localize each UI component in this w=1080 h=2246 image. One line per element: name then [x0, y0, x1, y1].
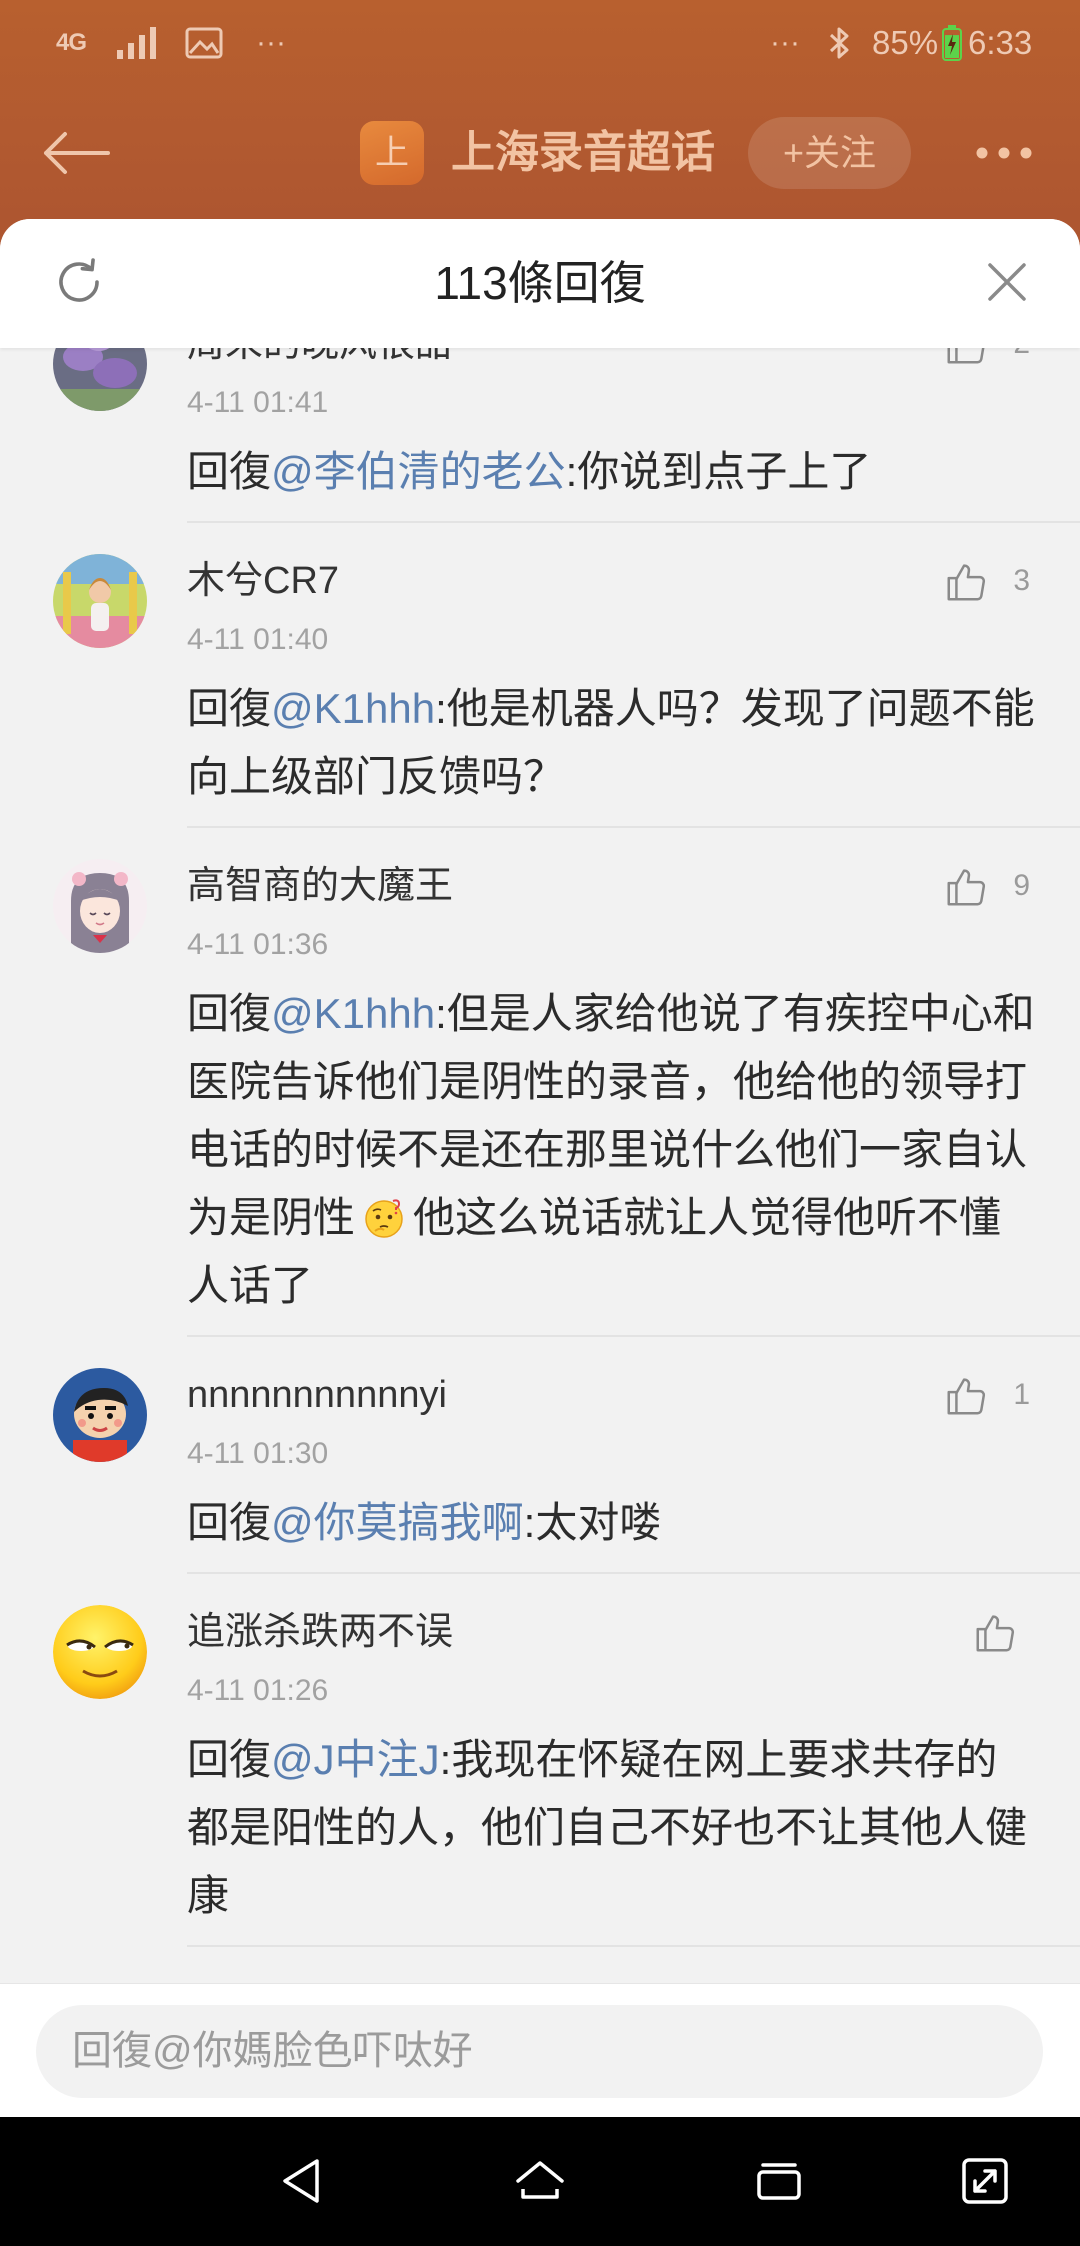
reply-text: 回復@J中注J:我现在怀疑在网上要求共存的都是阳性的人，他们自己不好也不让其他人…: [187, 1726, 1037, 1930]
like-button[interactable]: 9: [943, 863, 1030, 909]
reply-prefix: 回復: [187, 990, 272, 1037]
commenter-name[interactable]: 高智商的大魔王: [187, 862, 887, 910]
commenter-name[interactable]: 木兮CR7: [187, 557, 887, 605]
commenter-name[interactable]: 追涨杀跌两不误: [187, 1608, 887, 1656]
sheet-header: 113條回復: [0, 219, 1080, 348]
status-bar: 4G ··· ··· 85% 6:33: [0, 0, 1080, 86]
comment-time: 4-11 01:26: [187, 1674, 329, 1707]
comment-time: 4-11 01:41: [187, 386, 329, 419]
nav-back-icon[interactable]: [271, 2151, 331, 2211]
comment-list[interactable]: 周末的晚风很甜4-11 01:41回復@李伯清的老公:你说到点子上了2木兮CR7…: [0, 348, 1080, 1983]
reply-text: 回復@你莫搞我啊:太对喽: [187, 1489, 1037, 1557]
thumbs-up-icon: [943, 1372, 989, 1418]
topic-header: 上 上海录音超话 +关注: [0, 86, 1080, 219]
like-count: 3: [1013, 564, 1030, 597]
comment-item[interactable]: 木兮CR7 4-11 01:40 回復@K1hhh:他是机器人吗？发现了问题不能向上…: [0, 523, 1080, 828]
reply-prefix: 回復: [187, 1736, 272, 1783]
thumbs-up-icon: [943, 558, 989, 604]
comment-time: 4-11 01:30: [187, 1437, 329, 1470]
reply-prefix: 回復: [187, 1499, 272, 1546]
avatar[interactable]: [53, 1368, 147, 1462]
commenter-name[interactable]: 周末的晚风很甜: [187, 348, 887, 368]
avatar[interactable]: [53, 859, 147, 953]
signal-icon: [116, 0, 160, 86]
reply-body: :你说到点子上了: [565, 448, 872, 495]
mention-link[interactable]: @K1hhh: [271, 990, 435, 1037]
thumbs-up-icon: [943, 348, 989, 367]
comment-item[interactable]: 周末的晚风很甜 4-11 01:41 回復@李伯清的老公:你说到点子上了 2: [0, 348, 1080, 523]
divider: [187, 1945, 1080, 1947]
nav-recents-icon[interactable]: [749, 2151, 809, 2211]
battery-charging-icon: [941, 0, 963, 86]
reply-text: 回復@李伯清的老公:你说到点子上了: [187, 438, 1037, 506]
mention-link[interactable]: @你莫搞我啊: [271, 1499, 524, 1546]
like-button[interactable]: 2: [943, 348, 1030, 367]
battery-percent: 85%: [872, 24, 939, 61]
avatar[interactable]: [53, 554, 147, 648]
like-button[interactable]: 1: [943, 1372, 1030, 1418]
topic-avatar[interactable]: 上: [360, 121, 424, 185]
network-type: 4G: [56, 29, 87, 56]
comment-time: 4-11 01:36: [187, 928, 329, 961]
comment-time: 4-11 01:40: [187, 623, 329, 656]
comment-item[interactable]: 高智商的大魔王 4-11 01:36 回復@K1hhh:但是人家给他说了有疾控中心和…: [0, 828, 1080, 1337]
nav-screen-expand-icon[interactable]: [955, 2151, 1015, 2211]
replies-sheet: 113條回復 周末的晚风很甜4-11 01:41回復@李伯清的老公:你说到点子上…: [0, 219, 1080, 2117]
like-count: 2: [1013, 348, 1030, 367]
topic-title[interactable]: 上海录音超话: [451, 121, 715, 185]
like-count: 1: [1013, 1378, 1030, 1411]
more-dots-icon[interactable]: [972, 143, 1036, 163]
thumbs-up-icon: [972, 1609, 1018, 1655]
comment-item[interactable]: nnnnnnnnnnnyi 4-11 01:30 回復@你莫搞我啊:太对喽 1: [0, 1337, 1080, 1574]
reply-prefix: 回復: [187, 448, 272, 495]
thumbs-up-icon: [943, 863, 989, 909]
comment-item[interactable]: 追涨杀跌两不误 4-11 01:26 回復@J中注J:我现在怀疑在网上要求共存的都是…: [0, 1574, 1080, 1947]
like-count: 9: [1013, 869, 1030, 902]
avatar[interactable]: [53, 348, 147, 411]
reply-composer: [0, 1983, 1080, 2117]
reply-text: 回復@K1hhh:但是人家给他说了有疾控中心和医院告诉他们是阴性的录音，他给他的…: [187, 980, 1037, 1320]
reply-text: 回復@K1hhh:他是机器人吗？发现了问题不能向上级部门反馈吗？: [187, 675, 1037, 811]
picture-icon: [185, 0, 223, 86]
back-arrow-icon[interactable]: [38, 128, 112, 178]
mention-link[interactable]: @J中注J: [271, 1736, 440, 1783]
clock-time: 6:33: [968, 24, 1033, 61]
nav-home-icon[interactable]: [510, 2151, 570, 2211]
sheet-title: 113條回復: [434, 257, 646, 309]
reply-prefix: 回復: [187, 685, 272, 732]
like-button[interactable]: 3: [943, 558, 1030, 604]
reply-input[interactable]: [36, 2005, 1043, 2098]
comment-list-content: 周末的晚风很甜4-11 01:41回復@李伯清的老公:你说到点子上了2木兮CR7…: [0, 348, 1080, 1947]
status-overflow-right: ···: [770, 26, 800, 59]
mention-link[interactable]: @K1hhh: [271, 685, 435, 732]
commenter-name[interactable]: nnnnnnnnnnnyi: [187, 1371, 887, 1419]
close-icon[interactable]: [985, 260, 1029, 304]
mention-link[interactable]: @李伯清的老公: [271, 448, 566, 495]
follow-button[interactable]: +关注: [748, 117, 911, 189]
bluetooth-icon: [828, 0, 852, 86]
like-button[interactable]: [972, 1609, 1018, 1655]
refresh-icon[interactable]: [52, 255, 106, 309]
thinking-face-icon: [363, 1197, 405, 1239]
status-overflow-left: ···: [256, 26, 286, 59]
avatar[interactable]: [53, 1605, 147, 1699]
system-nav-bar: [0, 2117, 1080, 2246]
reply-body: :太对喽: [523, 1499, 662, 1546]
